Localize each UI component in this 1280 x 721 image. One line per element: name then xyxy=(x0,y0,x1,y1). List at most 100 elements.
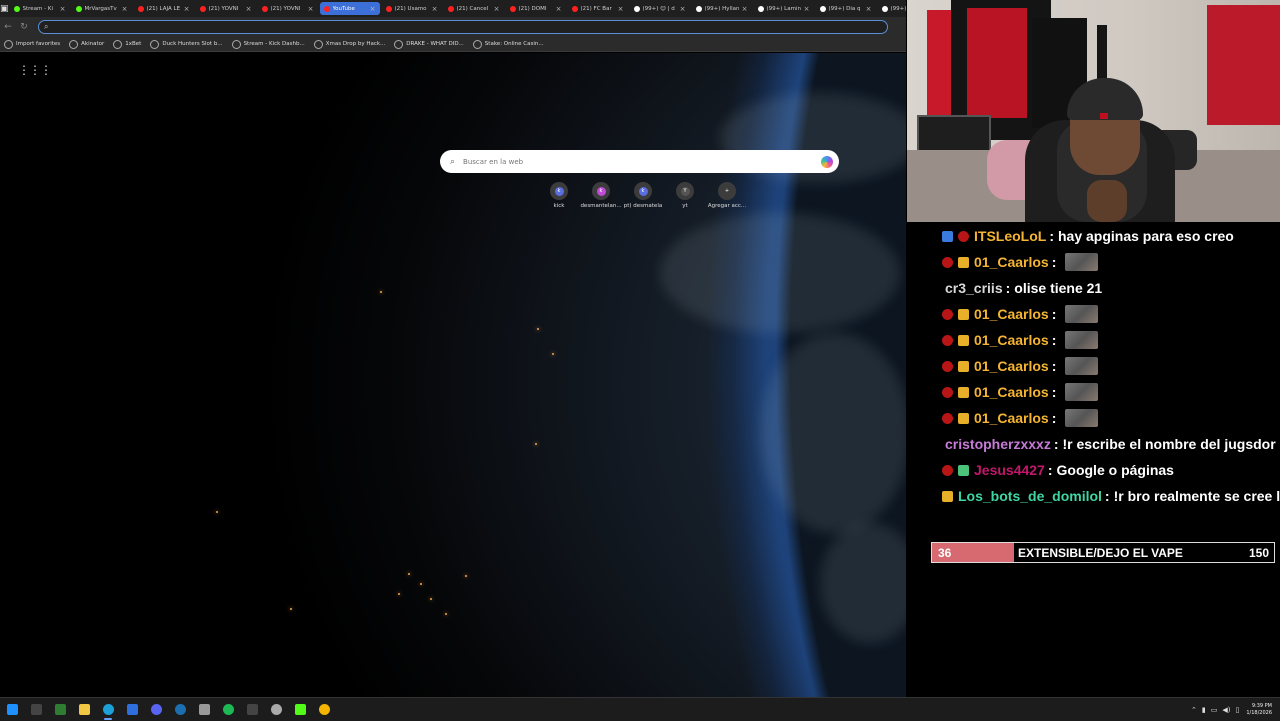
taskbar-app[interactable] xyxy=(48,698,72,721)
usb-icon[interactable]: ▮ xyxy=(1202,706,1206,714)
tab-favicon-icon xyxy=(13,5,20,12)
close-icon[interactable]: × xyxy=(308,5,314,13)
bookmark-item[interactable]: Akinator xyxy=(69,39,104,49)
browser-tab[interactable]: (99+) Hyllan × xyxy=(692,2,752,15)
browser-tab[interactable]: (99+) Dia q× xyxy=(816,2,876,15)
browser-tab[interactable]: (99+) 😊 | d × xyxy=(630,2,690,15)
tabs-container: Stream - Ki × MrVargasTv × (21) LAJA LE × (21)… xyxy=(9,2,906,15)
chat-username[interactable]: 01_Caarlos xyxy=(974,384,1049,400)
clock-date: 1/18/2026 xyxy=(1246,709,1272,716)
bookmark-item[interactable]: DRAKE - WHAT DID... xyxy=(394,39,464,49)
taskbar-app[interactable] xyxy=(144,698,168,721)
taskbar-app[interactable] xyxy=(264,698,288,721)
chat-username[interactable]: 01_Caarlos xyxy=(974,254,1049,270)
chat-username[interactable]: Los_bots_de_domilol xyxy=(958,488,1102,504)
taskbar-app[interactable] xyxy=(168,698,192,721)
apps-grid-icon[interactable]: ⋮⋮⋮ xyxy=(18,63,52,77)
browser-tab[interactable]: (21) YOVNI × xyxy=(196,2,256,15)
chevron-up-icon[interactable]: ⌃ xyxy=(1191,706,1197,714)
close-icon[interactable]: × xyxy=(184,5,190,13)
tab-label: (99+) Dia q xyxy=(890,5,906,12)
bookmark-item[interactable]: Import favorites xyxy=(4,39,60,49)
close-icon[interactable]: × xyxy=(60,5,66,13)
shortcut-tile[interactable]: k desmantelan... xyxy=(580,182,622,209)
tab-favicon-icon xyxy=(385,5,392,12)
browser-tab[interactable]: MrVargasTv × xyxy=(72,2,132,15)
battery-icon[interactable]: ▯ xyxy=(1236,706,1240,714)
browser-tab[interactable]: (21) YOVNI × xyxy=(258,2,318,15)
folder-icon xyxy=(78,704,90,715)
taskbar-app[interactable] xyxy=(216,698,240,721)
tab-label: (99+) 😊 | d xyxy=(642,5,675,12)
close-icon[interactable]: × xyxy=(246,5,252,13)
close-icon[interactable]: × xyxy=(432,5,438,13)
chat-username[interactable]: 01_Caarlos xyxy=(974,410,1049,426)
taskbar-app[interactable] xyxy=(288,698,312,721)
bookmark-item[interactable]: Duck Hunters Slot b... xyxy=(150,39,223,49)
taskbar-app[interactable] xyxy=(312,698,336,721)
chat-username[interactable]: ITSLeoLoL xyxy=(974,228,1046,244)
shortcut-tile[interactable]: + Agregar acc... xyxy=(706,182,748,209)
taskbar-app[interactable] xyxy=(24,698,48,721)
chat-username[interactable]: cristopherzxxxz xyxy=(945,436,1051,452)
browser-tab[interactable]: YouTube × xyxy=(319,2,380,15)
browser-tab[interactable]: (21) Usamo × xyxy=(382,2,442,15)
shortcut-tile[interactable]: k kick xyxy=(538,182,580,209)
copilot-icon[interactable] xyxy=(821,155,833,168)
back-icon[interactable]: ← xyxy=(0,22,16,32)
shortcut-label: kick xyxy=(553,203,565,209)
tab-label: (21) Usamo xyxy=(394,5,427,12)
volume-icon[interactable]: ◀) xyxy=(1222,706,1230,714)
chat-username[interactable]: Jesus4427 xyxy=(974,462,1045,478)
close-icon[interactable]: × xyxy=(742,5,748,13)
taskbar-app[interactable] xyxy=(192,698,216,721)
browser-tab[interactable]: (99+) Dia q× xyxy=(878,2,906,15)
shortcut-tile[interactable]: Yyt xyxy=(664,182,706,209)
address-input[interactable]: ⌕ xyxy=(38,20,888,34)
browser-tab[interactable]: (21) Cancel × xyxy=(444,2,504,15)
tab-favicon-icon xyxy=(819,5,826,12)
close-icon[interactable]: × xyxy=(866,5,872,13)
taskbar-app[interactable] xyxy=(120,698,144,721)
browser-tab[interactable]: (99+) Lamin × xyxy=(754,2,814,15)
taskbar-app[interactable] xyxy=(240,698,264,721)
bookmark-item[interactable]: Xmas Drop by Hack... xyxy=(313,39,385,49)
browser-tab[interactable]: (21) DOMI × xyxy=(506,2,566,15)
chat-username[interactable]: 01_Caarlos xyxy=(974,332,1049,348)
shortcut-label: pt) desmatela xyxy=(623,203,663,209)
network-icon[interactable]: ▭ xyxy=(1211,706,1218,714)
close-icon[interactable]: × xyxy=(804,5,810,13)
close-icon[interactable]: × xyxy=(618,5,624,13)
close-icon[interactable]: × xyxy=(370,5,376,13)
browser-tab[interactable]: (21) LAJA LE × xyxy=(134,2,194,15)
bookmark-item[interactable]: Stream - Kick Dashb... xyxy=(231,39,305,49)
chat-separator: : xyxy=(1051,254,1057,270)
close-icon[interactable]: × xyxy=(680,5,686,13)
clock[interactable]: 9:39 PM 1/18/2026 xyxy=(1246,703,1272,717)
tab-actions-icon[interactable]: ▣ xyxy=(0,0,9,17)
tab-favicon-icon xyxy=(75,5,82,12)
chat-username[interactable]: cr3_criis xyxy=(945,280,1003,296)
blue-badge-icon xyxy=(942,230,953,242)
chat-message: 01_Caarlos: xyxy=(942,353,1099,379)
bookmark-item[interactable]: 1xBet xyxy=(113,39,141,49)
bookmark-item[interactable]: Stake: Online Casin... xyxy=(472,39,544,49)
browser-tab[interactable]: Stream - Ki × xyxy=(10,2,70,15)
red-badge-icon xyxy=(942,308,953,320)
taskbar-app[interactable] xyxy=(72,698,96,721)
new-tab-page: ⋮⋮⋮ ⌕ k kick k desmantelan... k pt) desmatela… xyxy=(0,53,906,697)
close-icon[interactable]: × xyxy=(494,5,500,13)
refresh-icon[interactable]: ↻ xyxy=(16,22,32,32)
shortcut-tile[interactable]: k pt) desmatela xyxy=(622,182,664,209)
browser-tab[interactable]: (21) FC Bar × xyxy=(568,2,628,15)
web-search-box[interactable]: ⌕ xyxy=(440,150,839,173)
close-icon[interactable]: × xyxy=(556,5,562,13)
chat-username[interactable]: 01_Caarlos xyxy=(974,306,1049,322)
taskbar-app[interactable] xyxy=(0,698,24,721)
search-input[interactable] xyxy=(461,156,821,167)
emote-icon xyxy=(1065,305,1099,323)
taskbar-app[interactable] xyxy=(96,698,120,721)
tab-favicon-icon xyxy=(571,5,578,12)
chat-username[interactable]: 01_Caarlos xyxy=(974,358,1049,374)
close-icon[interactable]: × xyxy=(122,5,128,13)
